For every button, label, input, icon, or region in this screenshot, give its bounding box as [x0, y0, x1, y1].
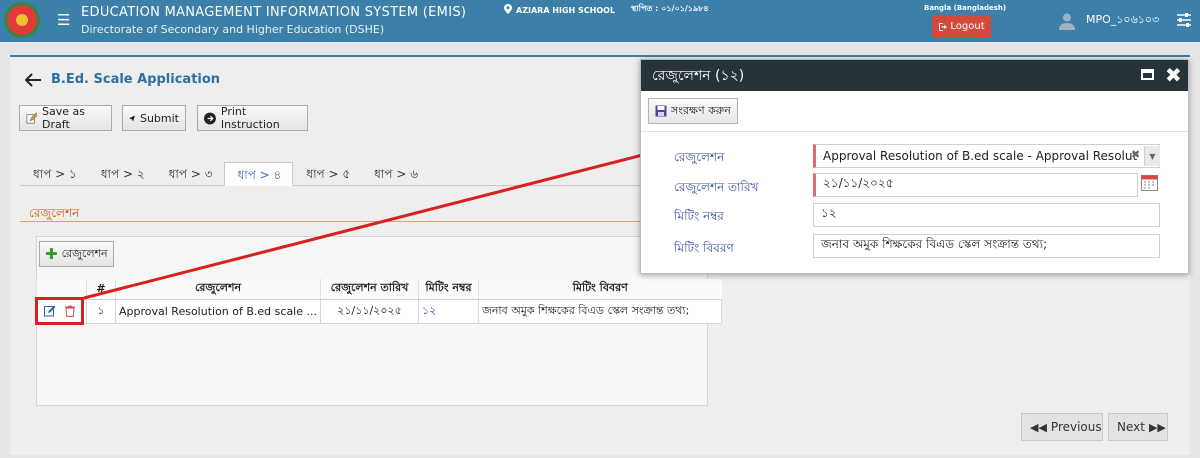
resolution-date-label: রেজুলেশন তারিখ — [674, 180, 759, 194]
dropdown-arrow-icon[interactable]: ▼ — [1144, 146, 1160, 166]
annotation-highlight-box — [35, 297, 84, 325]
column-header-date[interactable]: রেজুলেশন তারিখ — [320, 279, 419, 300]
resolution-date-value: ২১/১১/২০২৫ — [823, 176, 894, 190]
save-as-draft-label: Save as Draft — [42, 105, 85, 131]
user-menu[interactable]: MPO_১০৬১০৩ — [1058, 11, 1159, 30]
row-meeting-no: ১২ — [418, 298, 479, 324]
app-title: EDUCATION MANAGEMENT INFORMATION SYSTEM … — [81, 5, 467, 20]
modal-header: রেজুলেশন (১২) ✖ — [641, 60, 1188, 91]
school-info: AZIARA HIGH SCHOOL স্থাপিত : ০১/০১/১৯৮৪ — [504, 3, 709, 16]
page-title: B.Ed. Scale Application — [51, 72, 221, 87]
modal-title: রেজুলেশন (১২) — [652, 67, 745, 84]
app-subtitle: Directorate of Secondary and Higher Educ… — [81, 23, 385, 36]
table-row[interactable]: ১ Approval Resolution of B.ed scale ... … — [36, 298, 722, 324]
page-title-row: B.Ed. Scale Application — [25, 72, 220, 87]
save-as-draft-button[interactable]: Save as Draft — [19, 105, 112, 131]
modal-save-button[interactable]: সংরক্ষণ করুন — [648, 98, 738, 124]
meeting-number-label: মিটিং নম্বর — [674, 209, 724, 223]
arrow-circle-icon — [204, 112, 216, 124]
print-instruction-label: Print Instruction — [220, 105, 280, 131]
government-logo — [4, 2, 40, 38]
tab-step-1[interactable]: ধাপ > ১ — [20, 162, 88, 186]
section-title: রেজুলেশন — [29, 206, 80, 220]
tab-step-6[interactable]: ধাপ > ৬ — [361, 162, 429, 186]
logout-button[interactable]: Logout — [932, 15, 991, 38]
submit-button[interactable]: Submit — [122, 105, 186, 131]
resolution-field-label: রেজুলেশন — [674, 150, 725, 164]
actions-header — [36, 279, 87, 300]
tab-step-5[interactable]: ধাপ > ৫ — [293, 162, 361, 186]
resolution-select[interactable]: Approval Resolution of B.ed scale - Appr… — [813, 144, 1160, 168]
school-name: AZIARA HIGH SCHOOL — [516, 6, 616, 15]
row-resolution: Approval Resolution of B.ed scale ... — [115, 298, 321, 324]
modal-save-label: সংরক্ষণ করুন — [671, 103, 731, 117]
send-plane-icon — [129, 115, 135, 121]
floppy-save-icon — [655, 105, 667, 117]
resolution-table: # রেজুলেশন রেজুলেশন তারিখ মিটিং নম্বর মি… — [36, 279, 722, 324]
username: MPO_১০৬১০৩ — [1086, 13, 1160, 26]
next-label: Next — [1117, 420, 1145, 434]
meeting-number-input[interactable]: ১২ — [813, 203, 1160, 227]
tab-step-3[interactable]: ধাপ > ৩ — [156, 162, 224, 186]
logout-label: Logout — [950, 21, 985, 32]
meeting-number-value: ১২ — [821, 206, 837, 220]
meeting-desc-input[interactable]: জনাব অমুক শিক্ষকের বিএড স্কেল সংক্রান্ত … — [813, 234, 1160, 258]
previous-label: Previous — [1050, 420, 1102, 434]
logout-icon — [939, 22, 948, 31]
submit-label: Submit — [139, 111, 179, 125]
table-header-row: # রেজুলেশন রেজুলেশন তারিখ মিটিং নম্বর মি… — [36, 279, 722, 300]
established-date: স্থাপিত : ০১/০১/১৯৮৪ — [631, 4, 709, 13]
resolution-modal: রেজুলেশন (১২) ✖ সংরক্ষণ করুন রেজুলেশন Ap… — [640, 59, 1189, 274]
previous-button[interactable]: ◀◀ Previous — [1021, 413, 1103, 441]
settings-sliders-icon[interactable] — [1176, 12, 1192, 28]
close-icon[interactable]: ✖ — [1165, 63, 1182, 87]
modal-divider — [641, 131, 1188, 132]
location-pin-icon — [504, 4, 512, 14]
tab-step-4[interactable]: ধাপ > ৪ — [223, 162, 294, 186]
calendar-icon[interactable] — [1141, 174, 1158, 191]
row-number: ১ — [86, 298, 116, 324]
maximize-icon[interactable] — [1141, 69, 1154, 80]
print-instruction-button[interactable]: Print Instruction — [197, 105, 308, 131]
school-name-wrap: AZIARA HIGH SCHOOL — [504, 4, 615, 15]
user-avatar-icon — [1059, 13, 1075, 30]
add-resolution-label: রেজুলেশন — [61, 246, 108, 260]
next-button[interactable]: Next ▶▶ — [1108, 413, 1168, 441]
hamburger-menu-icon[interactable]: ☰ — [57, 11, 70, 29]
row-date: ২১/১১/২০২৫ — [320, 298, 419, 324]
double-chevron-left-icon: ◀◀ — [1030, 420, 1047, 434]
edit-pencil-icon — [26, 111, 38, 124]
resolution-select-value: Approval Resolution of B.ed scale - Appr… — [823, 149, 1138, 163]
row-meeting-desc: জনাব অমুক শিক্ষকের বিএড স্কেল সংক্রান্ত … — [478, 298, 722, 324]
language-label[interactable]: Bangla (Bangladesh) — [924, 4, 1006, 12]
double-chevron-right-icon: ▶▶ — [1148, 420, 1166, 434]
resolution-date-input[interactable]: ২১/১১/২০২৫ — [813, 173, 1138, 197]
add-resolution-button[interactable]: ✚ রেজুলেশন — [39, 241, 114, 267]
column-header-number: # — [86, 279, 116, 300]
clear-selection-icon[interactable]: ✖ — [1131, 148, 1140, 161]
column-header-resolution[interactable]: রেজুলেশন — [115, 279, 321, 300]
plus-icon: ✚ — [45, 244, 58, 263]
meeting-desc-value: জনাব অমুক শিক্ষকের বিএড স্কেল সংক্রান্ত … — [821, 237, 1048, 251]
column-header-meeting-no[interactable]: মিটিং নম্বর — [418, 279, 479, 300]
meeting-desc-label: মিটিং বিবরণ — [674, 241, 734, 255]
tab-step-2[interactable]: ধাপ > ২ — [88, 162, 156, 186]
back-arrow-icon[interactable] — [25, 72, 41, 87]
app-header: ☰ EDUCATION MANAGEMENT INFORMATION SYSTE… — [0, 0, 1200, 42]
column-header-meeting-desc[interactable]: মিটিং বিবরণ — [478, 279, 722, 300]
